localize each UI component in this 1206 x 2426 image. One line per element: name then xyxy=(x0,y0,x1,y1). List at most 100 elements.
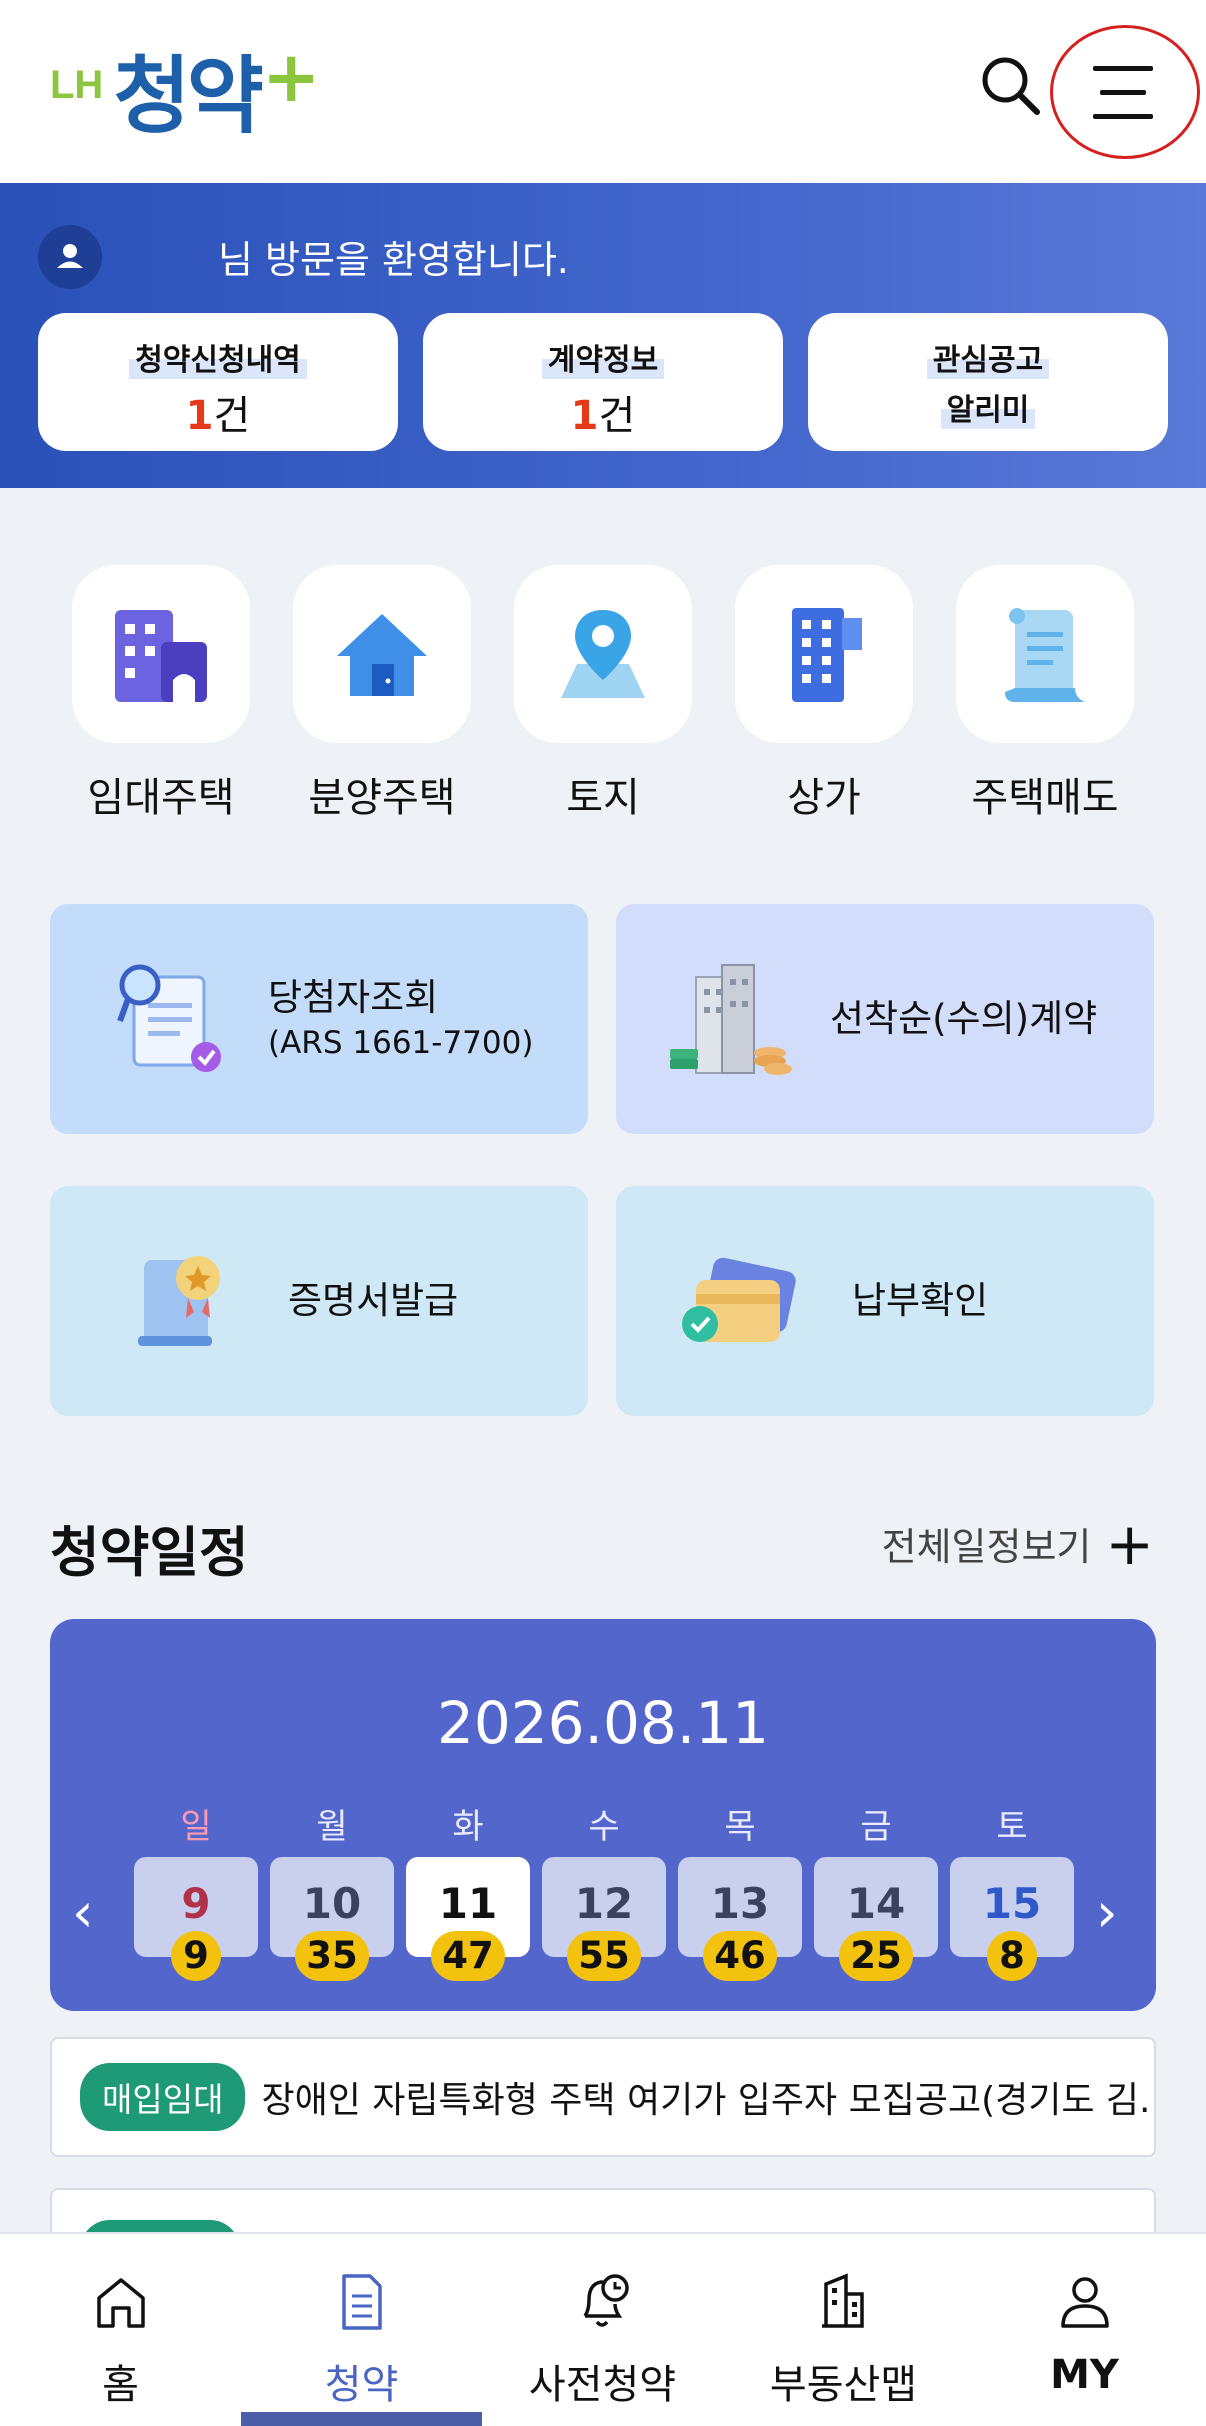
hamburger-menu-icon-bar xyxy=(1093,114,1153,119)
welcome-banner: 님 방문을 환영합니다. 청약신청내역 1건 계약정보 1건 관심공고 알리미 xyxy=(0,183,1206,488)
interest-notice-alarm-card[interactable]: 관심공고 알리미 xyxy=(808,313,1168,451)
prev-week-button[interactable]: ‹ xyxy=(72,1881,94,1944)
document-icon xyxy=(341,2274,382,2330)
nav-label: 부동산맵 xyxy=(769,2362,918,2408)
day-name-fri: 금 xyxy=(860,1807,892,1847)
bell-clock-icon xyxy=(583,2274,629,2327)
map-pin-icon xyxy=(561,610,645,698)
certificate-issue-card[interactable]: 증명서발급 xyxy=(50,1186,588,1416)
contract-info-card[interactable]: 계약정보 1건 xyxy=(423,313,783,451)
certificate-icon xyxy=(138,1256,220,1346)
hamburger-menu-icon-bar xyxy=(1100,90,1146,95)
chevron-right-icon: › xyxy=(1096,1881,1118,1944)
day-name-mon: 월 xyxy=(316,1807,348,1847)
service-label: 납부확인 xyxy=(852,1279,989,1323)
search-button[interactable] xyxy=(975,50,1047,122)
first-come-contract-card[interactable]: 선착순(수의)계약 xyxy=(616,904,1154,1134)
bottom-navigation: 홈 청약 사전청약 부동산맵 MY xyxy=(0,2232,1206,2426)
service-label: 선착순(수의)계약 xyxy=(830,997,1098,1041)
card-label: 청약신청내역 xyxy=(129,335,307,379)
service-label: 당첨자조회 xyxy=(268,976,439,1020)
notice-title: 장애인 자립특화형 주택 여기가 입주자 모집공고(경기도 김... xyxy=(261,2080,1154,2121)
active-tab-indicator xyxy=(241,2412,482,2426)
category-icon-box xyxy=(293,565,471,743)
office-building-icon xyxy=(792,608,862,702)
application-history-card[interactable]: 청약신청내역 1건 xyxy=(38,313,398,451)
card-unit: 건 xyxy=(598,393,636,439)
day-name-tue: 화 xyxy=(452,1807,484,1847)
chevron-left-icon: ‹ xyxy=(72,1881,94,1944)
search-document-icon xyxy=(117,964,221,1072)
nav-home[interactable]: 홈 xyxy=(0,2234,241,2426)
day-number: 10 xyxy=(302,1879,362,1928)
payment-check-card[interactable]: 납부확인 xyxy=(616,1186,1154,1416)
nav-label: 홈 xyxy=(102,2362,139,2408)
user-icon xyxy=(1060,2277,1109,2328)
day-name-sat: 토 xyxy=(996,1807,1028,1847)
avatar[interactable] xyxy=(38,225,102,289)
category-label: 임대주택 xyxy=(87,775,235,821)
building-map-icon xyxy=(821,2273,864,2328)
user-icon xyxy=(57,244,83,268)
category-commercial[interactable]: 상가 xyxy=(735,565,913,823)
menu-button[interactable] xyxy=(1050,25,1200,159)
welcome-text: 님 방문을 환영합니다. xyxy=(218,238,569,282)
card-label-2: 알리미 xyxy=(940,385,1036,429)
category-land[interactable]: 토지 xyxy=(514,565,692,823)
building-icon xyxy=(115,610,207,702)
document-scroll-icon xyxy=(1005,608,1085,702)
card-unit: 건 xyxy=(213,393,251,439)
category-label: 토지 xyxy=(566,775,640,821)
category-label: 분양주택 xyxy=(308,775,456,821)
day-number: 13 xyxy=(710,1879,770,1928)
winner-lookup-text: 당첨자조회 (ARS 1661-7700) xyxy=(268,973,533,1065)
day-name-thu: 목 xyxy=(724,1807,756,1847)
view-all-label: 전체일정보기 xyxy=(881,1525,1092,1569)
category-house-sale[interactable]: 주택매도 xyxy=(956,565,1134,823)
nav-label: MY xyxy=(1050,2352,1119,2398)
card-label: 관심공고 xyxy=(926,335,1050,379)
nav-label: 청약 xyxy=(324,2362,399,2408)
day-number: 15 xyxy=(982,1879,1042,1928)
next-week-button[interactable]: › xyxy=(1096,1881,1118,1944)
nav-real-estate-map[interactable]: 부동산맵 xyxy=(723,2234,964,2426)
day-count-badge: 8 xyxy=(987,1931,1037,1981)
selected-date: 2026.08.11 xyxy=(436,1689,770,1757)
day-name-sun: 일 xyxy=(180,1807,212,1847)
category-icon-box xyxy=(514,565,692,743)
card-value: 1건 xyxy=(38,383,398,441)
logo-main-text: 청약 xyxy=(113,47,264,145)
day-count-badge: 25 xyxy=(839,1931,913,1981)
category-icon-box xyxy=(735,565,913,743)
day-number: 11 xyxy=(438,1879,498,1928)
nav-subscription[interactable]: 청약 xyxy=(241,2234,482,2426)
category-sale-housing[interactable]: 분양주택 xyxy=(293,565,471,823)
day-count-badge: 46 xyxy=(703,1931,777,1981)
day-count-badge: 55 xyxy=(567,1931,641,1981)
category-icon-box xyxy=(956,565,1134,743)
day-number: 14 xyxy=(846,1879,906,1928)
view-all-schedule-link[interactable]: 전체일정보기 + xyxy=(881,1509,1154,1578)
day-count-badge: 9 xyxy=(171,1931,221,1981)
day-number: 12 xyxy=(574,1879,634,1928)
day-count-badge: 47 xyxy=(431,1931,505,1981)
lh-logo[interactable]: LH 청약 + xyxy=(50,38,321,138)
schedule-title: 청약일정 xyxy=(50,1521,249,1584)
category-label: 주택매도 xyxy=(971,775,1119,821)
payment-card-icon xyxy=(682,1257,796,1342)
plus-icon: + xyxy=(1105,1509,1154,1578)
service-sub-label: (ARS 1661-7700) xyxy=(268,1025,534,1062)
hamburger-menu-icon xyxy=(1093,66,1153,71)
schedule-calendar: 2026.08.11 ‹ › 일 월 화 수 목 금 토 9 10 11 12 … xyxy=(50,1619,1156,2011)
notice-category-tag: 매입임대 xyxy=(80,2063,246,2131)
nav-pre-subscription[interactable]: 사전청약 xyxy=(482,2234,723,2426)
winner-lookup-card[interactable]: 당첨자조회 (ARS 1661-7700) xyxy=(50,904,588,1134)
day-number: 9 xyxy=(181,1879,211,1928)
nav-my[interactable]: MY xyxy=(964,2234,1205,2426)
category-rental-housing[interactable]: 임대주택 xyxy=(72,565,250,823)
category-label: 상가 xyxy=(787,775,861,821)
nav-label: 사전청약 xyxy=(528,2362,677,2408)
day-count-badge: 35 xyxy=(295,1931,369,1981)
notice-list-item[interactable]: 매입임대 장애인 자립특화형 주택 여기가 입주자 모집공고(경기도 김... xyxy=(50,2037,1156,2157)
service-label: 증명서발급 xyxy=(288,1279,459,1323)
